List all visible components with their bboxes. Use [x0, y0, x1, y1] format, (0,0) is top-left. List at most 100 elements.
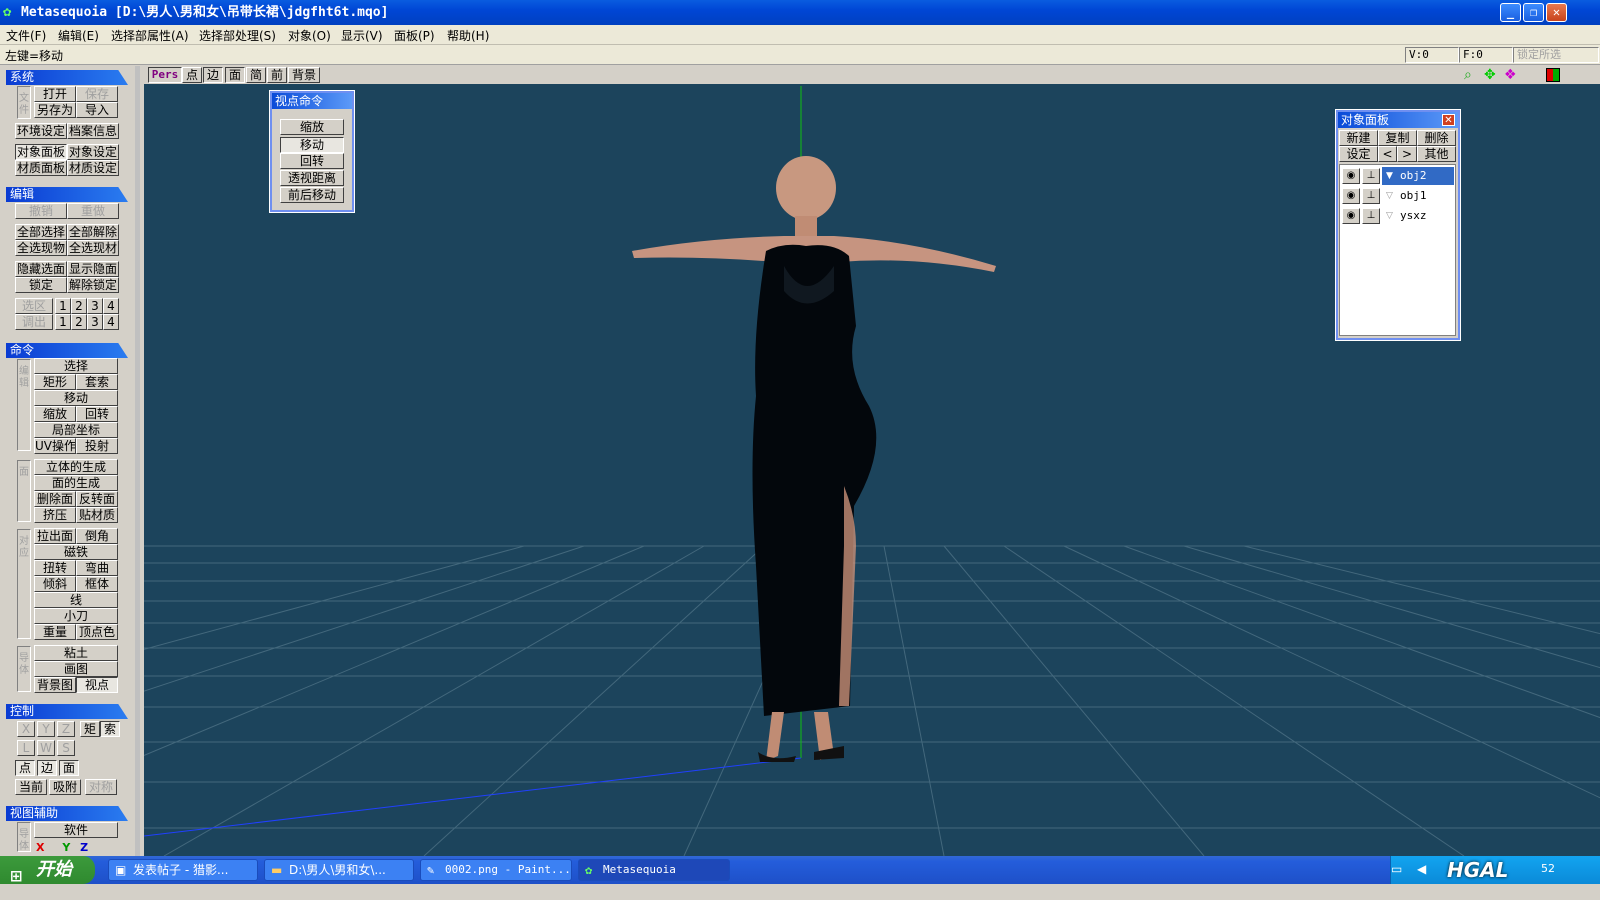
lock-button[interactable]: 锁定 [15, 277, 67, 293]
menu-help[interactable]: 帮助(H) [447, 27, 489, 44]
store-slot-4[interactable]: 4 [103, 298, 119, 314]
bend-button[interactable]: 弯曲 [76, 560, 118, 576]
object-panel-button[interactable]: 对象面板 [15, 144, 67, 160]
uv-operation-button[interactable]: UV操作 [34, 438, 76, 454]
task-paint[interactable]: ✎ 0002.png - Paint... [420, 859, 572, 881]
paint-button[interactable]: 画图 [34, 661, 118, 677]
task-explorer[interactable]: ▬ D:\男人\男和女\... [264, 859, 414, 881]
env-settings-button[interactable]: 环境设定 [15, 123, 67, 139]
visibility-eye-icon[interactable]: ◉ [1342, 168, 1360, 184]
recall-slot-1[interactable]: 1 [55, 314, 71, 330]
rect-select-button[interactable]: 矩形 [34, 374, 76, 390]
tray-arrow-icon[interactable]: ◀ [1417, 862, 1426, 876]
perspective-toggle[interactable]: Pers [148, 67, 182, 83]
lock-selection[interactable]: 锁定所选 [1513, 47, 1599, 63]
deselect-all-button[interactable]: 全部解除 [67, 224, 119, 240]
save-as-button[interactable]: 另存为 [34, 102, 76, 118]
lock-toggle-icon[interactable]: ⊥ [1362, 168, 1380, 184]
recall-slot-3[interactable]: 3 [87, 314, 103, 330]
obj-next-button[interactable]: > [1397, 146, 1417, 162]
point-mode-toggle[interactable]: 点 [15, 760, 35, 776]
menu-panel[interactable]: 面板(P) [394, 27, 435, 44]
menu-select-attr[interactable]: 选择部属性(A) [111, 27, 189, 44]
world-toggle[interactable]: W [37, 740, 55, 756]
task-metasequoia[interactable]: ✿ Metasequoia [578, 859, 730, 881]
object-row[interactable]: ◉ ⊥ ysxz ▽ [1342, 207, 1454, 225]
save-button[interactable]: 保存 [76, 86, 118, 102]
viewpoint-button[interactable]: 视点 [76, 677, 118, 693]
y-axis-icon[interactable]: Y [62, 841, 70, 852]
obj-copy-button[interactable]: 复制 [1378, 130, 1417, 146]
lasso-select-button[interactable]: 套索 [76, 374, 118, 390]
expand-triangle-icon[interactable]: ▼ [1386, 167, 1393, 185]
axis-z-toggle[interactable]: Z [57, 721, 75, 737]
expand-triangle-icon[interactable]: ▽ [1386, 207, 1393, 225]
x-axis-icon[interactable]: X [36, 841, 44, 852]
callout-button[interactable]: 调出 [15, 314, 53, 330]
vp-zoom-button[interactable]: 缩放 [280, 119, 344, 135]
color-mode-icon[interactable] [1546, 68, 1560, 82]
undo-button[interactable]: 撤销 [15, 203, 67, 219]
vp-rotate-button[interactable]: 回转 [280, 153, 344, 169]
select-current-material-button[interactable]: 全选现材 [67, 240, 119, 256]
menu-select-process[interactable]: 选择部处理(S) [199, 27, 276, 44]
screen-toggle[interactable]: S [57, 740, 75, 756]
recall-slot-4[interactable]: 4 [103, 314, 119, 330]
vp-dolly-button[interactable]: 前后移动 [280, 187, 344, 203]
snap-toggle[interactable]: 吸附 [49, 779, 81, 795]
obj-prev-button[interactable]: < [1378, 146, 1397, 162]
restore-button[interactable]: ❐ [1523, 3, 1544, 22]
axis-x-toggle[interactable]: X [17, 721, 35, 737]
show-points-toggle[interactable]: 点 [182, 67, 202, 83]
unlock-button[interactable]: 解除锁定 [67, 277, 119, 293]
show-hidden-button[interactable]: 显示隐面 [67, 261, 119, 277]
menu-file[interactable]: 文件(F) [6, 27, 46, 44]
rotate-tool-button[interactable]: 回转 [76, 406, 118, 422]
task-forum-post[interactable]: ▣ 发表帖子 - 猎影... [108, 859, 258, 881]
scale-tool-button[interactable]: 缩放 [34, 406, 76, 422]
rotate-view-icon[interactable]: ❖ [1504, 67, 1520, 83]
line-button[interactable]: 线 [34, 592, 118, 608]
material-panel-button[interactable]: 材质面板 [15, 160, 67, 176]
zoom-icon[interactable]: ⌕ [1464, 67, 1480, 83]
lattice-button[interactable]: 框体 [76, 576, 118, 592]
select-all-button[interactable]: 全部选择 [15, 224, 67, 240]
vp-perspective-button[interactable]: 透视距离 [280, 170, 344, 186]
vp-move-button[interactable]: 移动 [280, 137, 344, 153]
software-render-button[interactable]: 软件 [34, 822, 118, 838]
obj-settings-button[interactable]: 设定 [1339, 146, 1378, 162]
lasso-mode-toggle[interactable]: 索 [100, 721, 120, 737]
weight-button[interactable]: 重量 [34, 624, 76, 640]
magnet-button[interactable]: 磁铁 [34, 544, 118, 560]
show-edges-toggle[interactable]: 边 [203, 67, 223, 83]
menu-edit[interactable]: 编辑(E) [58, 27, 99, 44]
lean-button[interactable]: 倾斜 [34, 576, 76, 592]
move-tool-button[interactable]: 移动 [34, 390, 118, 406]
selection-area-button[interactable]: 选区 [15, 298, 53, 314]
symmetry-toggle[interactable]: 对称 [85, 779, 117, 795]
bevel-button[interactable]: 倒角 [76, 528, 118, 544]
bg-image-button[interactable]: 背景图 [34, 677, 76, 693]
lock-toggle-icon[interactable]: ⊥ [1362, 208, 1380, 224]
front-view-toggle[interactable]: 前 [267, 67, 287, 83]
push-out-face-button[interactable]: 拉出面 [34, 528, 76, 544]
select-current-object-button[interactable]: 全选现物 [15, 240, 67, 256]
minimize-button[interactable]: _ [1500, 3, 1521, 22]
object-row[interactable]: ◉ ⊥ obj1 ▽ [1342, 187, 1454, 205]
hide-selected-button[interactable]: 隐藏选面 [15, 261, 67, 277]
doc-info-button[interactable]: 档案信息 [67, 123, 119, 139]
object-panel-close-icon[interactable]: ✕ [1442, 114, 1455, 126]
background-toggle[interactable]: 背景 [288, 67, 320, 83]
twist-button[interactable]: 扭转 [34, 560, 76, 576]
obj-delete-button[interactable]: 删除 [1417, 130, 1456, 146]
visibility-eye-icon[interactable]: ◉ [1342, 188, 1360, 204]
select-tool-button[interactable]: 选择 [34, 358, 118, 374]
obj-new-button[interactable]: 新建 [1339, 130, 1378, 146]
menu-view[interactable]: 显示(V) [341, 27, 383, 44]
move-view-icon[interactable]: ✥ [1484, 67, 1500, 83]
object-row[interactable]: ◉ ⊥ obj2 ▼ [1342, 167, 1454, 185]
start-button[interactable]: ⊞ 开始 [0, 856, 95, 885]
project-button[interactable]: 投射 [76, 438, 118, 454]
z-axis-icon[interactable]: Z [80, 841, 88, 852]
store-slot-2[interactable]: 2 [71, 298, 87, 314]
